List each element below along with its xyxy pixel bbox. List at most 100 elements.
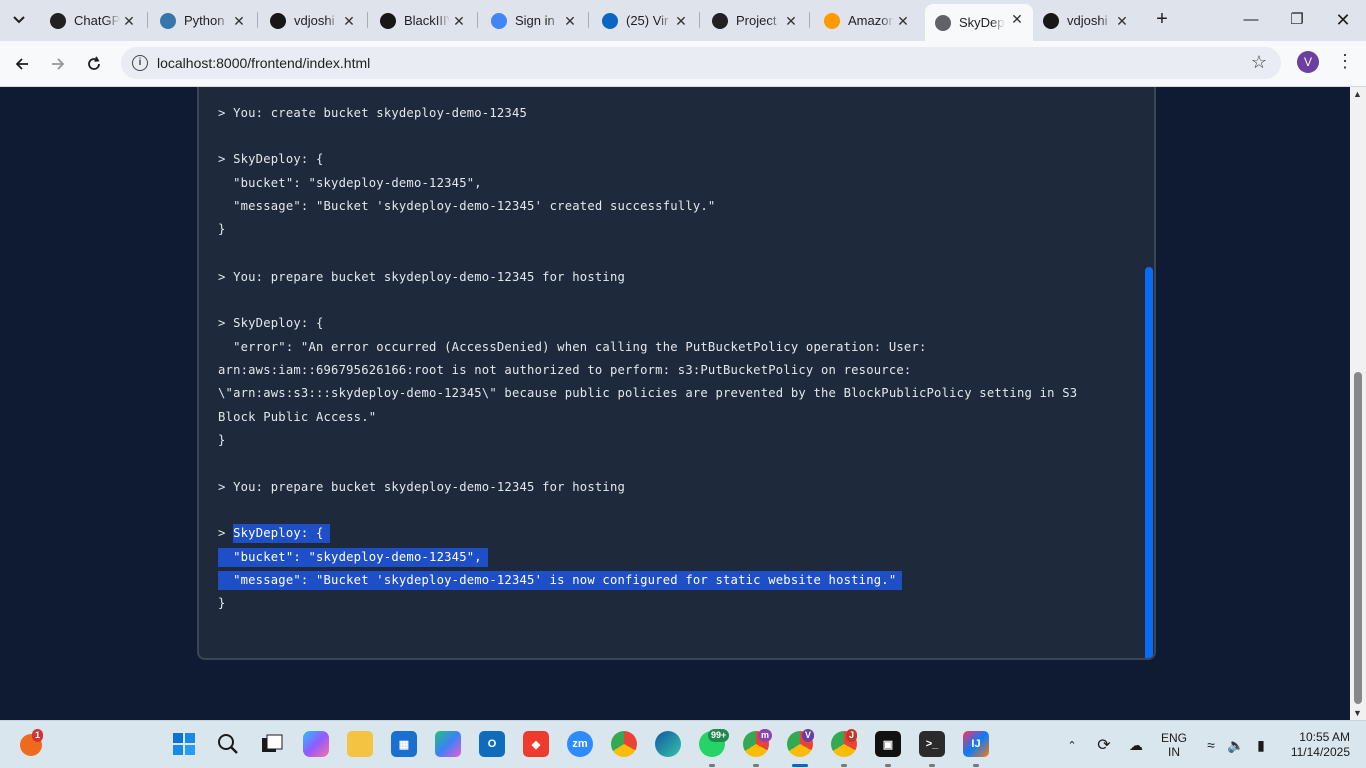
- m365-icon[interactable]: [435, 731, 461, 757]
- github-icon: [270, 13, 286, 29]
- tab-close-icon[interactable]: ✕: [1009, 11, 1025, 27]
- chrome-icon[interactable]: [611, 731, 637, 757]
- battery-icon[interactable]: ▮: [1250, 721, 1272, 768]
- console-line: "bucket": "skydeploy-demo-12345",: [218, 175, 482, 191]
- tab-title: Sign in: [515, 13, 561, 28]
- console-line: arn:aws:iam::696795626166:root is not au…: [218, 362, 911, 378]
- cloud-off-icon[interactable]: ☁: [1124, 721, 1148, 768]
- anydesk-icon[interactable]: ◆: [523, 731, 549, 757]
- browser-tab[interactable]: Project✕: [702, 6, 807, 35]
- chat-console[interactable]: } > You: create bucket skydeploy-demo-123…: [197, 87, 1156, 660]
- console-text: > You: prepare bucket skydeploy-demo-123…: [218, 480, 625, 494]
- zoom-icon[interactable]: zm: [567, 731, 593, 757]
- console-line: > SkyDeploy: {: [218, 315, 324, 331]
- tab-title: BlackIIIV: [404, 13, 450, 28]
- console-text: "error": "An error occurred (AccessDenie…: [218, 340, 927, 354]
- browser-tab[interactable]: ChatGPT✕: [40, 6, 145, 35]
- minimize-button[interactable]: —: [1228, 0, 1274, 40]
- console-text: }: [218, 433, 226, 447]
- tab-title: Python: [184, 13, 230, 28]
- intellij-icon[interactable]: IJ: [963, 731, 989, 757]
- scroll-up-arrow-icon[interactable]: ▲: [1353, 89, 1362, 99]
- terminal-icon[interactable]: >_: [919, 731, 945, 757]
- console-text: }: [218, 222, 226, 236]
- tab-separator: [588, 12, 589, 28]
- running-indicator: [709, 764, 715, 767]
- clock[interactable]: 10:55 AM 11/14/2025: [1280, 721, 1350, 768]
- running-indicator: [841, 764, 847, 767]
- forward-button[interactable]: [44, 50, 72, 78]
- tab-title: vdjoshi: [294, 13, 340, 28]
- sync-icon[interactable]: ⟳: [1092, 721, 1116, 768]
- profile-avatar[interactable]: V: [1297, 51, 1319, 73]
- back-button[interactable]: [8, 50, 36, 78]
- console-line: "message": "Bucket 'skydeploy-demo-12345…: [218, 572, 902, 588]
- tab-title: SkyDep: [959, 15, 1005, 30]
- edge-icon[interactable]: [655, 731, 681, 757]
- reload-button[interactable]: [80, 50, 108, 78]
- address-bar[interactable]: i localhost:8000/frontend/index.html ☆: [121, 47, 1281, 79]
- console-text: > SkyDeploy: {: [218, 316, 324, 330]
- close-window-button[interactable]: ✕: [1320, 0, 1366, 40]
- browser-tab[interactable]: Amazon✕: [814, 6, 919, 35]
- console-text: }: [218, 596, 226, 610]
- url-text[interactable]: localhost:8000/frontend/index.html: [157, 55, 370, 71]
- browser-tab[interactable]: BlackIIIV✕: [370, 6, 475, 35]
- tab-close-icon[interactable]: ✕: [451, 13, 467, 29]
- scroll-down-arrow-icon[interactable]: ▼: [1353, 708, 1362, 718]
- menu-kebab-icon[interactable]: ⋮: [1336, 51, 1346, 73]
- new-tab-button[interactable]: +: [1150, 8, 1174, 32]
- github-icon: [1043, 13, 1059, 29]
- restore-button[interactable]: ❐: [1274, 0, 1320, 40]
- tab-title: (25) Vir: [626, 13, 672, 28]
- capcut-icon[interactable]: ▣: [875, 731, 901, 757]
- clock-date: 11/14/2025: [1291, 745, 1350, 760]
- browser-tab[interactable]: (25) Vir✕: [592, 6, 697, 35]
- tab-close-icon[interactable]: ✕: [895, 13, 911, 29]
- page-scrollbar-thumb[interactable]: [1354, 372, 1362, 704]
- console-text: > You: prepare bucket skydeploy-demo-123…: [218, 270, 625, 284]
- console-line: "message": "Bucket 'skydeploy-demo-12345…: [218, 198, 715, 214]
- browser-tab[interactable]: vdjoshi✕: [1033, 6, 1138, 35]
- microsoft-store-icon[interactable]: ▦: [391, 731, 417, 757]
- console-line: > SkyDeploy: {: [218, 151, 324, 167]
- console-prompt: >: [218, 526, 233, 540]
- tab-close-icon[interactable]: ✕: [231, 13, 247, 29]
- file-explorer-icon[interactable]: [347, 731, 373, 757]
- tray-overflow-chevron-icon[interactable]: ⌃: [1062, 721, 1082, 768]
- python-icon: [160, 13, 176, 29]
- console-line: }: [218, 432, 226, 448]
- outlook-icon[interactable]: O: [479, 731, 505, 757]
- chrome-profile-m-badge: m: [758, 729, 772, 742]
- volume-icon[interactable]: 🔈: [1225, 721, 1247, 768]
- console-scrollbar-thumb[interactable]: [1145, 267, 1153, 660]
- tab-close-icon[interactable]: ✕: [562, 13, 578, 29]
- browser-tab[interactable]: Python✕: [150, 6, 255, 35]
- tab-close-icon[interactable]: ✕: [121, 13, 137, 29]
- chatgpt-icon: [50, 13, 66, 29]
- console-line: "error": "An error occurred (AccessDenie…: [218, 339, 927, 355]
- search-icon[interactable]: [215, 731, 241, 757]
- console-line: > You: create bucket skydeploy-demo-1234…: [218, 105, 527, 121]
- console-line: \"arn:aws:s3:::skydeploy-demo-12345\" be…: [218, 385, 1077, 401]
- tab-close-icon[interactable]: ✕: [673, 13, 689, 29]
- tab-close-icon[interactable]: ✕: [783, 13, 799, 29]
- copilot-icon[interactable]: [303, 731, 329, 757]
- start-icon[interactable]: [171, 731, 197, 757]
- browser-tab[interactable]: Sign in✕: [481, 6, 586, 35]
- browser-tab[interactable]: vdjoshi✕: [260, 6, 365, 35]
- browser-tab[interactable]: SkyDep ✕: [925, 4, 1033, 41]
- console-text: > SkyDeploy: {: [218, 152, 324, 166]
- wifi-icon[interactable]: ≈: [1200, 721, 1222, 768]
- tab-close-icon[interactable]: ✕: [1114, 13, 1130, 29]
- console-text: > You: create bucket skydeploy-demo-1234…: [218, 106, 527, 120]
- task-view-icon[interactable]: [259, 731, 285, 757]
- site-info-icon[interactable]: i: [132, 55, 148, 71]
- active-indicator: [792, 764, 808, 767]
- tab-search-chevron-icon[interactable]: [6, 7, 32, 33]
- tab-close-icon[interactable]: ✕: [341, 13, 357, 29]
- console-line: }: [218, 595, 226, 611]
- language-indicator[interactable]: ENG IN: [1154, 721, 1194, 768]
- bookmark-star-icon[interactable]: ☆: [1251, 52, 1267, 73]
- page-scrollbar[interactable]: ▲ ▼: [1350, 87, 1366, 720]
